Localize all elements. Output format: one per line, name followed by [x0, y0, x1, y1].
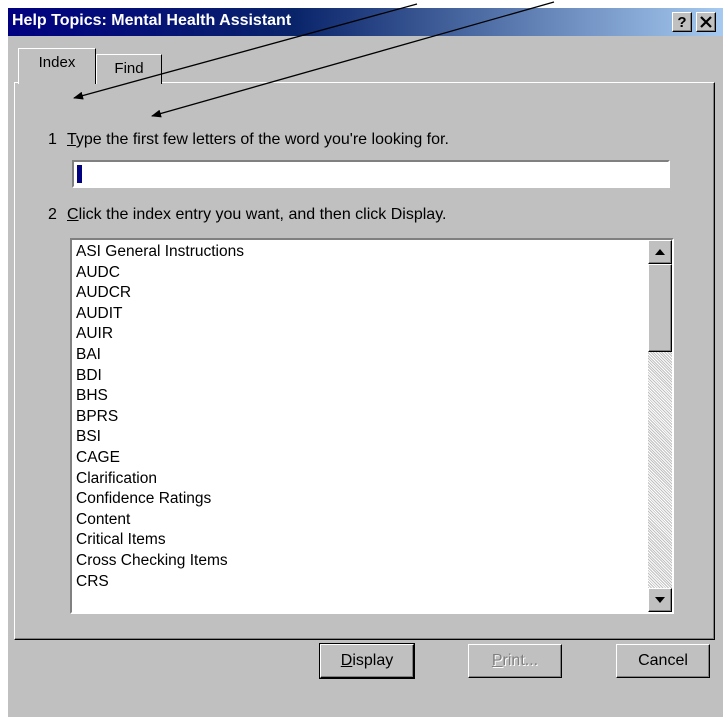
list-item[interactable]: CAGE — [76, 448, 244, 469]
tab-find-label: Find — [114, 60, 144, 77]
index-list: ASI General Instructions AUDC AUDCR AUDI… — [76, 242, 244, 592]
list-item[interactable]: BHS — [76, 386, 244, 407]
step-1-label: Type the first few letters of the word y… — [67, 131, 449, 149]
print-label: rint... — [502, 652, 539, 669]
list-item[interactable]: Content — [76, 510, 244, 531]
display-label: isplay — [352, 652, 394, 669]
close-icon — [700, 16, 712, 28]
print-button[interactable]: Print... — [468, 644, 562, 678]
list-item[interactable]: Confidence Ratings — [76, 489, 244, 510]
cancel-label: Cancel — [638, 652, 688, 669]
scroll-up-button[interactable] — [648, 240, 672, 264]
arrow-up-icon — [655, 249, 665, 255]
list-item[interactable]: AUDC — [76, 263, 244, 284]
list-item[interactable]: Clarification — [76, 469, 244, 490]
window-title: Help Topics: Mental Health Assistant — [12, 12, 292, 29]
display-mnemonic: D — [340, 652, 353, 669]
list-item[interactable]: BAI — [76, 345, 244, 366]
title-bar[interactable]: Help Topics: Mental Health Assistant ? — [8, 8, 723, 36]
step-2-label: Click the index entry you want, and then… — [67, 206, 446, 224]
help-button[interactable]: ? — [672, 12, 692, 32]
help-topics-window: Help Topics: Mental Health Assistant ? I… — [8, 8, 723, 717]
list-item[interactable]: AUDIT — [76, 304, 244, 325]
close-button[interactable] — [696, 12, 716, 32]
tab-find[interactable]: Find — [96, 54, 162, 84]
display-button[interactable]: Display — [319, 643, 415, 679]
list-item[interactable]: Critical Items — [76, 530, 244, 551]
step-2-text: lick the index entry you want, and then … — [78, 206, 447, 223]
vertical-scrollbar[interactable] — [648, 240, 672, 612]
text-caret — [77, 165, 82, 183]
tab-index-label: Index — [38, 54, 76, 71]
list-item[interactable]: CRS — [76, 572, 244, 593]
tab-index[interactable]: Index — [18, 48, 96, 84]
list-item[interactable]: BDI — [76, 366, 244, 387]
list-item[interactable]: BSI — [76, 427, 244, 448]
list-item[interactable]: ASI General Instructions — [76, 242, 244, 263]
scroll-thumb[interactable] — [648, 264, 672, 352]
step-2-mnemonic: C — [67, 206, 79, 223]
scroll-down-button[interactable] — [648, 588, 672, 612]
cancel-button[interactable]: Cancel — [616, 644, 710, 678]
list-item[interactable]: BPRS — [76, 407, 244, 428]
step-1-mnemonic: T — [67, 131, 76, 148]
arrow-down-icon — [655, 597, 665, 603]
print-mnemonic: P — [491, 652, 503, 669]
list-item[interactable]: AUDCR — [76, 283, 244, 304]
step-2-number: 2 — [48, 206, 57, 223]
list-item[interactable]: Cross Checking Items — [76, 551, 244, 572]
step-1-number: 1 — [48, 131, 57, 148]
step-1-text: ype the first few letters of the word yo… — [75, 131, 449, 148]
search-input[interactable] — [72, 160, 670, 188]
list-item[interactable]: AUIR — [76, 324, 244, 345]
index-listbox[interactable]: ASI General Instructions AUDC AUDCR AUDI… — [70, 238, 674, 614]
